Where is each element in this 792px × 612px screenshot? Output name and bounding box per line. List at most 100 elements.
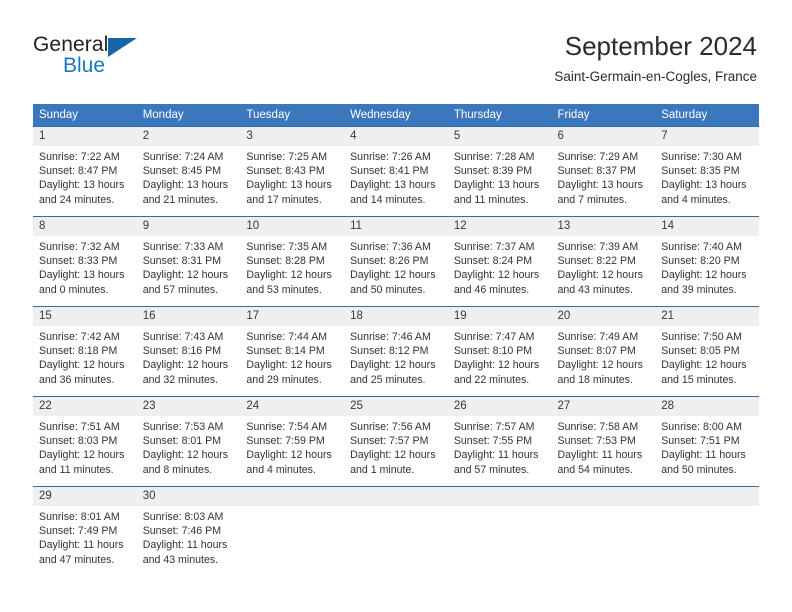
calendar-day-cell[interactable]: 3 Sunrise: 7:25 AM Sunset: 8:43 PM Daylight…	[240, 126, 345, 217]
day-box: 13 Sunrise: 7:39 AM Sunset: 8:22 PM Dayligh…	[551, 217, 656, 306]
daylight-text-line1: Daylight: 12 hours	[453, 359, 540, 372]
day-number: 24	[240, 397, 345, 416]
daylight-text-line2: and 25 minutes.	[350, 373, 426, 386]
calendar-day-cell[interactable]: 30 Sunrise: 8:03 AM Sunset: 7:46 PM Dayligh…	[136, 486, 241, 576]
sunrise-text: Sunrise: 7:32 AM	[39, 241, 120, 253]
sunrise-text: Sunrise: 8:03 AM	[142, 511, 224, 523]
day-info: Sunrise: 7:46 AM Sunset: 8:12 PM Daylight:…	[344, 326, 448, 387]
day-info: Sunrise: 7:50 AM Sunset: 8:05 PM Daylight:…	[655, 326, 759, 387]
sunrise-text: Sunrise: 7:47 AM	[453, 331, 535, 343]
daylight-text-line2: and 57 minutes.	[142, 283, 219, 296]
day-box: 18 Sunrise: 7:46 AM Sunset: 8:12 PM Dayligh…	[344, 307, 448, 396]
calendar-day-cell[interactable]: 28 Sunrise: 8:00 AM Sunset: 7:51 PM Dayligh…	[655, 396, 759, 487]
calendar-day-cell[interactable]: 20 Sunrise: 7:49 AM Sunset: 8:07 PM Dayligh…	[551, 306, 656, 397]
sunrise-text: Sunrise: 7:43 AM	[142, 331, 224, 343]
calendar-day-cell[interactable]: 22 Sunrise: 7:51 AM Sunset: 8:03 PM Dayligh…	[33, 396, 137, 487]
day-number: 10	[240, 217, 345, 236]
calendar-day-cell[interactable]: 29 Sunrise: 8:01 AM Sunset: 7:49 PM Dayligh…	[33, 486, 137, 576]
calendar-day-cell[interactable]: 19 Sunrise: 7:47 AM Sunset: 8:10 PM Dayligh…	[447, 306, 552, 397]
day-info	[344, 506, 448, 510]
calendar-day-cell[interactable]: 15 Sunrise: 7:42 AM Sunset: 8:18 PM Dayligh…	[33, 306, 137, 397]
day-box: 28 Sunrise: 8:00 AM Sunset: 7:51 PM Dayligh…	[655, 397, 759, 486]
day-box: 15 Sunrise: 7:42 AM Sunset: 8:18 PM Dayligh…	[33, 307, 137, 396]
sunset-text: Sunset: 8:37 PM	[557, 165, 636, 178]
day-box: 30 Sunrise: 8:03 AM Sunset: 7:46 PM Dayligh…	[136, 487, 241, 576]
daylight-text-line2: and 43 minutes.	[557, 283, 633, 296]
calendar-day-cell[interactable]: 26 Sunrise: 7:57 AM Sunset: 7:55 PM Dayligh…	[447, 396, 552, 487]
day-box: 5 Sunrise: 7:28 AM Sunset: 8:39 PM Daylight…	[447, 127, 552, 216]
calendar-day-cell[interactable]: 2 Sunrise: 7:24 AM Sunset: 8:45 PM Daylight…	[136, 126, 241, 217]
daylight-text-line1: Daylight: 13 hours	[453, 179, 540, 192]
sunrise-text: Sunrise: 7:28 AM	[453, 151, 535, 163]
sunrise-text: Sunrise: 7:40 AM	[661, 241, 742, 253]
daylight-text-line1: Daylight: 11 hours	[661, 449, 746, 462]
calendar-day-cell[interactable]: 9 Sunrise: 7:33 AM Sunset: 8:31 PM Daylight…	[136, 216, 241, 307]
daylight-text-line2: and 8 minutes.	[142, 463, 213, 476]
sunset-text: Sunset: 8:22 PM	[557, 255, 636, 268]
day-box: 6 Sunrise: 7:29 AM Sunset: 8:37 PM Daylight…	[551, 127, 656, 216]
calendar-day-cell[interactable]: 25 Sunrise: 7:56 AM Sunset: 7:57 PM Dayligh…	[344, 396, 448, 487]
calendar-day-cell[interactable]: 23 Sunrise: 7:53 AM Sunset: 8:01 PM Dayligh…	[136, 396, 241, 487]
sunrise-text: Sunrise: 7:26 AM	[350, 151, 431, 163]
calendar-day-cell[interactable]: 18 Sunrise: 7:46 AM Sunset: 8:12 PM Dayligh…	[344, 306, 448, 397]
sunset-text: Sunset: 8:14 PM	[246, 345, 325, 358]
daylight-text-line2: and 53 minutes.	[246, 283, 322, 296]
sunrise-text: Sunrise: 7:35 AM	[246, 241, 328, 253]
day-number: 29	[33, 487, 137, 506]
title-block: September 2024 Saint-Germain-en-Cogles, …	[554, 30, 757, 87]
weekday-header-sunday: Sunday	[33, 104, 137, 127]
day-number: 5	[447, 127, 552, 146]
day-number: 9	[136, 217, 241, 236]
day-number: 17	[240, 307, 345, 326]
day-info: Sunrise: 7:51 AM Sunset: 8:03 PM Daylight:…	[33, 416, 137, 477]
calendar-day-cell[interactable]: 4 Sunrise: 7:26 AM Sunset: 8:41 PM Daylight…	[344, 126, 448, 217]
daylight-text-line2: and 54 minutes.	[557, 463, 633, 476]
calendar-day-cell[interactable]: 14 Sunrise: 7:40 AM Sunset: 8:20 PM Dayligh…	[655, 216, 759, 307]
calendar-week-row: 15 Sunrise: 7:42 AM Sunset: 8:18 PM Dayligh…	[33, 306, 759, 397]
weekday-header-friday: Friday	[551, 104, 656, 127]
day-info: Sunrise: 7:39 AM Sunset: 8:22 PM Daylight:…	[552, 236, 656, 297]
sunrise-text: Sunrise: 7:54 AM	[246, 421, 328, 433]
daylight-text-line2: and 43 minutes.	[142, 553, 219, 566]
calendar-day-cell[interactable]: 10 Sunrise: 7:35 AM Sunset: 8:28 PM Dayligh…	[240, 216, 345, 307]
calendar-day-cell[interactable]: 5 Sunrise: 7:28 AM Sunset: 8:39 PM Daylight…	[447, 126, 552, 217]
sunrise-text: Sunrise: 7:57 AM	[453, 421, 535, 433]
sunrise-text: Sunrise: 7:58 AM	[557, 421, 639, 433]
daylight-text-line1: Daylight: 12 hours	[453, 269, 540, 282]
day-info: Sunrise: 7:37 AM Sunset: 8:24 PM Daylight:…	[448, 236, 552, 297]
calendar-day-cell[interactable]: 13 Sunrise: 7:39 AM Sunset: 8:22 PM Dayligh…	[551, 216, 656, 307]
day-number: 16	[136, 307, 241, 326]
day-number: 4	[344, 127, 448, 146]
day-box: 7 Sunrise: 7:30 AM Sunset: 8:35 PM Daylight…	[655, 127, 759, 216]
sunset-text: Sunset: 8:12 PM	[350, 345, 429, 358]
sunrise-text: Sunrise: 7:49 AM	[557, 331, 639, 343]
day-number: 14	[655, 217, 759, 236]
daylight-text-line2: and 21 minutes.	[142, 193, 219, 206]
calendar-day-cell[interactable]: 6 Sunrise: 7:29 AM Sunset: 8:37 PM Daylight…	[551, 126, 656, 217]
calendar-day-cell[interactable]: 16 Sunrise: 7:43 AM Sunset: 8:16 PM Dayligh…	[136, 306, 241, 397]
calendar-day-cell[interactable]: 11 Sunrise: 7:36 AM Sunset: 8:26 PM Dayligh…	[344, 216, 448, 307]
day-box: 16 Sunrise: 7:43 AM Sunset: 8:16 PM Dayligh…	[136, 307, 241, 396]
calendar-day-cell[interactable]: 7 Sunrise: 7:30 AM Sunset: 8:35 PM Daylight…	[655, 126, 759, 217]
day-box: 8 Sunrise: 7:32 AM Sunset: 8:33 PM Daylight…	[33, 217, 137, 306]
day-info	[552, 506, 656, 510]
day-number: 25	[344, 397, 448, 416]
calendar-day-cell[interactable]: 1 Sunrise: 7:22 AM Sunset: 8:47 PM Daylight…	[33, 126, 137, 217]
calendar-day-cell-empty	[240, 486, 345, 576]
daylight-text-line1: Daylight: 13 hours	[557, 179, 643, 192]
day-box	[344, 487, 448, 576]
calendar-day-cell[interactable]: 17 Sunrise: 7:44 AM Sunset: 8:14 PM Dayligh…	[240, 306, 345, 397]
sunrise-text: Sunrise: 7:30 AM	[661, 151, 742, 163]
calendar-day-cell[interactable]: 21 Sunrise: 7:50 AM Sunset: 8:05 PM Dayligh…	[655, 306, 759, 397]
calendar-day-cell[interactable]: 27 Sunrise: 7:58 AM Sunset: 7:53 PM Dayligh…	[551, 396, 656, 487]
sunset-text: Sunset: 8:16 PM	[142, 345, 222, 358]
sunset-text: Sunset: 8:28 PM	[246, 255, 325, 268]
sunrise-text: Sunrise: 7:29 AM	[557, 151, 639, 163]
sunset-text: Sunset: 8:35 PM	[661, 165, 740, 178]
calendar-day-cell[interactable]: 12 Sunrise: 7:37 AM Sunset: 8:24 PM Dayligh…	[447, 216, 552, 307]
calendar-day-cell[interactable]: 8 Sunrise: 7:32 AM Sunset: 8:33 PM Daylight…	[33, 216, 137, 307]
calendar-day-cell[interactable]: 24 Sunrise: 7:54 AM Sunset: 7:59 PM Dayligh…	[240, 396, 345, 487]
calendar-day-cell-empty	[447, 486, 552, 576]
logo-text-blue: Blue	[63, 54, 106, 77]
day-box: 26 Sunrise: 7:57 AM Sunset: 7:55 PM Dayligh…	[447, 397, 552, 486]
